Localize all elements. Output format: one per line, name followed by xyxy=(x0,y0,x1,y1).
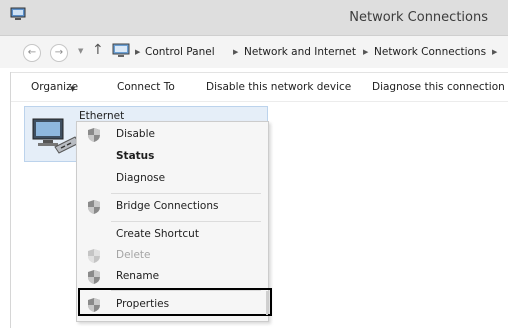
diagnose-connection-button[interactable]: Diagnose this connection xyxy=(372,81,505,93)
breadcrumb-network-connections[interactable]: Network Connections xyxy=(374,46,486,58)
recent-locations-dropdown-icon[interactable]: ▼ xyxy=(78,47,83,55)
breadcrumb-separator-icon: ▶ xyxy=(492,48,498,56)
shield-icon xyxy=(88,200,100,214)
menu-separator xyxy=(111,193,261,194)
organize-dropdown-icon[interactable]: ▼ xyxy=(70,85,75,93)
up-arrow-icon[interactable]: ↑ xyxy=(92,42,104,58)
control-panel-icon xyxy=(112,43,130,57)
content-left-border xyxy=(10,72,11,328)
menu-item-status[interactable]: Status xyxy=(77,146,268,168)
highlight-scroll-mark xyxy=(266,291,268,315)
menu-item-delete: Delete xyxy=(77,245,268,267)
menu-item-label: Create Shortcut xyxy=(116,228,199,240)
properties-highlight-box xyxy=(78,288,272,316)
menu-item-label: Rename xyxy=(116,270,160,282)
breadcrumb-control-panel[interactable]: Control Panel xyxy=(145,46,215,58)
shield-icon xyxy=(88,128,100,142)
title-bar: Network Connections xyxy=(0,0,508,36)
toolbar-divider xyxy=(10,72,508,73)
menu-item-diagnose[interactable]: Diagnose xyxy=(77,168,268,190)
menu-item-label: Status xyxy=(116,150,155,162)
menu-item-label: Bridge Connections xyxy=(116,200,219,212)
breadcrumb-separator-icon: ▶ xyxy=(233,48,239,56)
breadcrumb-separator-icon: ▶ xyxy=(363,48,369,56)
menu-item-label: Disable xyxy=(116,128,155,140)
breadcrumb-separator-icon: ▶ xyxy=(135,48,141,56)
menu-item-create-shortcut[interactable]: Create Shortcut xyxy=(77,224,268,246)
network-connections-app-icon[interactable] xyxy=(10,7,26,21)
network-adapter-icon xyxy=(32,118,80,154)
connect-to-button[interactable]: Connect To xyxy=(117,81,175,93)
breadcrumb-network-and-internet[interactable]: Network and Internet xyxy=(244,46,356,58)
menu-item-label: Diagnose xyxy=(116,172,166,184)
content-divider xyxy=(10,101,508,102)
back-button[interactable]: ← xyxy=(23,44,41,62)
shield-icon xyxy=(88,270,100,284)
forward-button[interactable]: → xyxy=(50,44,68,62)
menu-item-bridge-connections[interactable]: Bridge Connections xyxy=(77,196,268,218)
menu-separator xyxy=(111,221,261,222)
menu-item-rename[interactable]: Rename xyxy=(77,266,268,288)
window-title: Network Connections xyxy=(349,10,488,25)
disable-device-button[interactable]: Disable this network device xyxy=(206,81,351,93)
menu-item-disable[interactable]: Disable xyxy=(77,124,268,146)
shield-icon xyxy=(88,249,100,263)
menu-item-label: Delete xyxy=(116,249,151,261)
